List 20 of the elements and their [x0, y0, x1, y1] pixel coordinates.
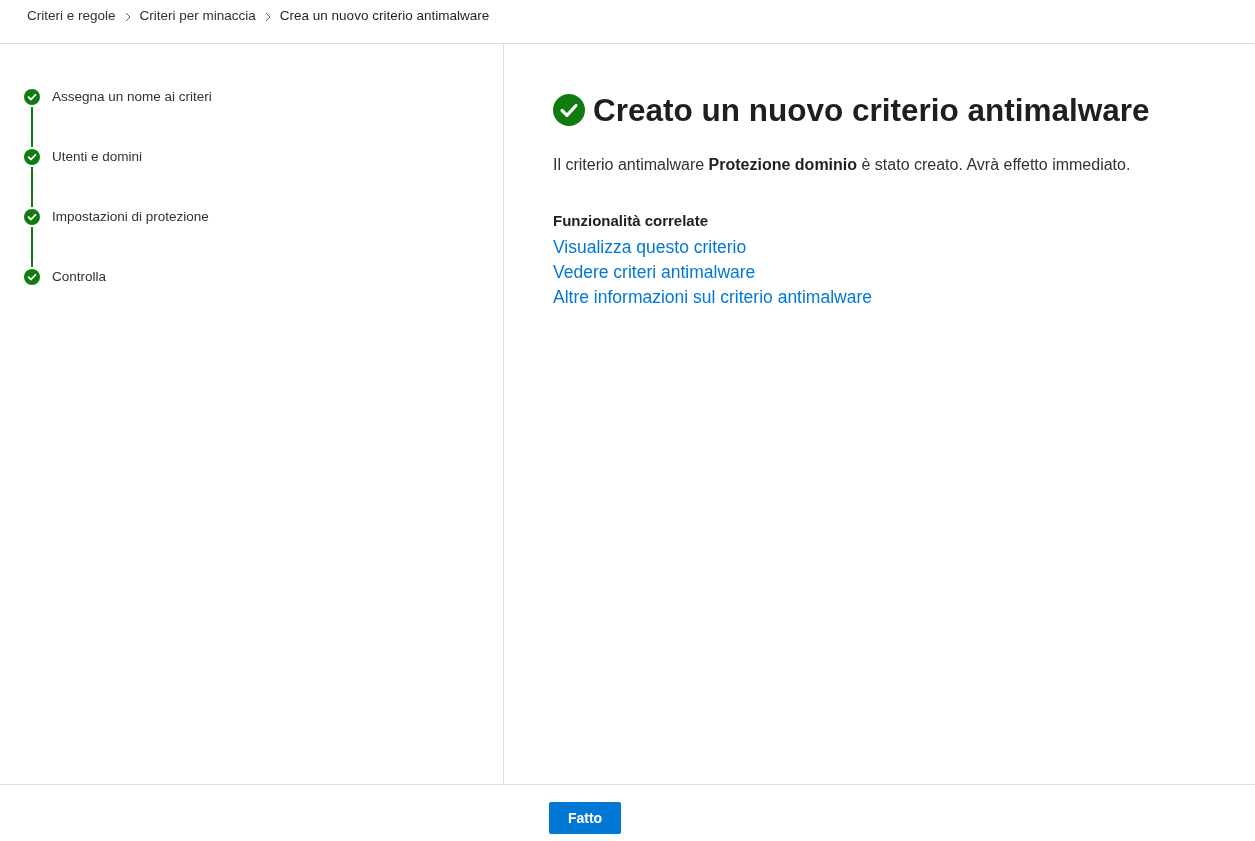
- step-label: Impostazioni di protezione: [52, 209, 209, 225]
- related-link[interactable]: Vedere criteri antimalware: [553, 260, 756, 285]
- breadcrumb-current: Crea un nuovo criterio antimalware: [279, 7, 490, 25]
- step-label: Controlla: [52, 269, 107, 285]
- section-heading: Funzionalità correlate: [553, 211, 710, 231]
- breadcrumb-link[interactable]: Criteri e regole: [27, 7, 116, 25]
- related-link[interactable]: Altre informazioni sul criterio antimalware: [553, 285, 872, 310]
- page-title: Creato un nuovo criterio antimalware: [593, 92, 1150, 128]
- done-button[interactable]: Fatto: [549, 802, 621, 834]
- step-connector: [31, 167, 33, 207]
- related-link[interactable]: Visualizza questo criterio: [553, 235, 747, 260]
- check-circle-icon: [553, 94, 585, 126]
- chevron-right-icon: [124, 12, 131, 22]
- chevron-right-icon: [264, 12, 271, 22]
- step-label: Assegna un nome ai criteri: [52, 89, 212, 105]
- step-connector: [31, 107, 33, 147]
- success-message: Il criterio antimalware Protezione dominio è stato creato. Avrà effetto immediato.: [553, 155, 1132, 175]
- breadcrumb-link[interactable]: Criteri per minaccia: [139, 7, 256, 25]
- step-connector: [31, 227, 33, 267]
- step-label: Utenti e domini: [52, 149, 143, 165]
